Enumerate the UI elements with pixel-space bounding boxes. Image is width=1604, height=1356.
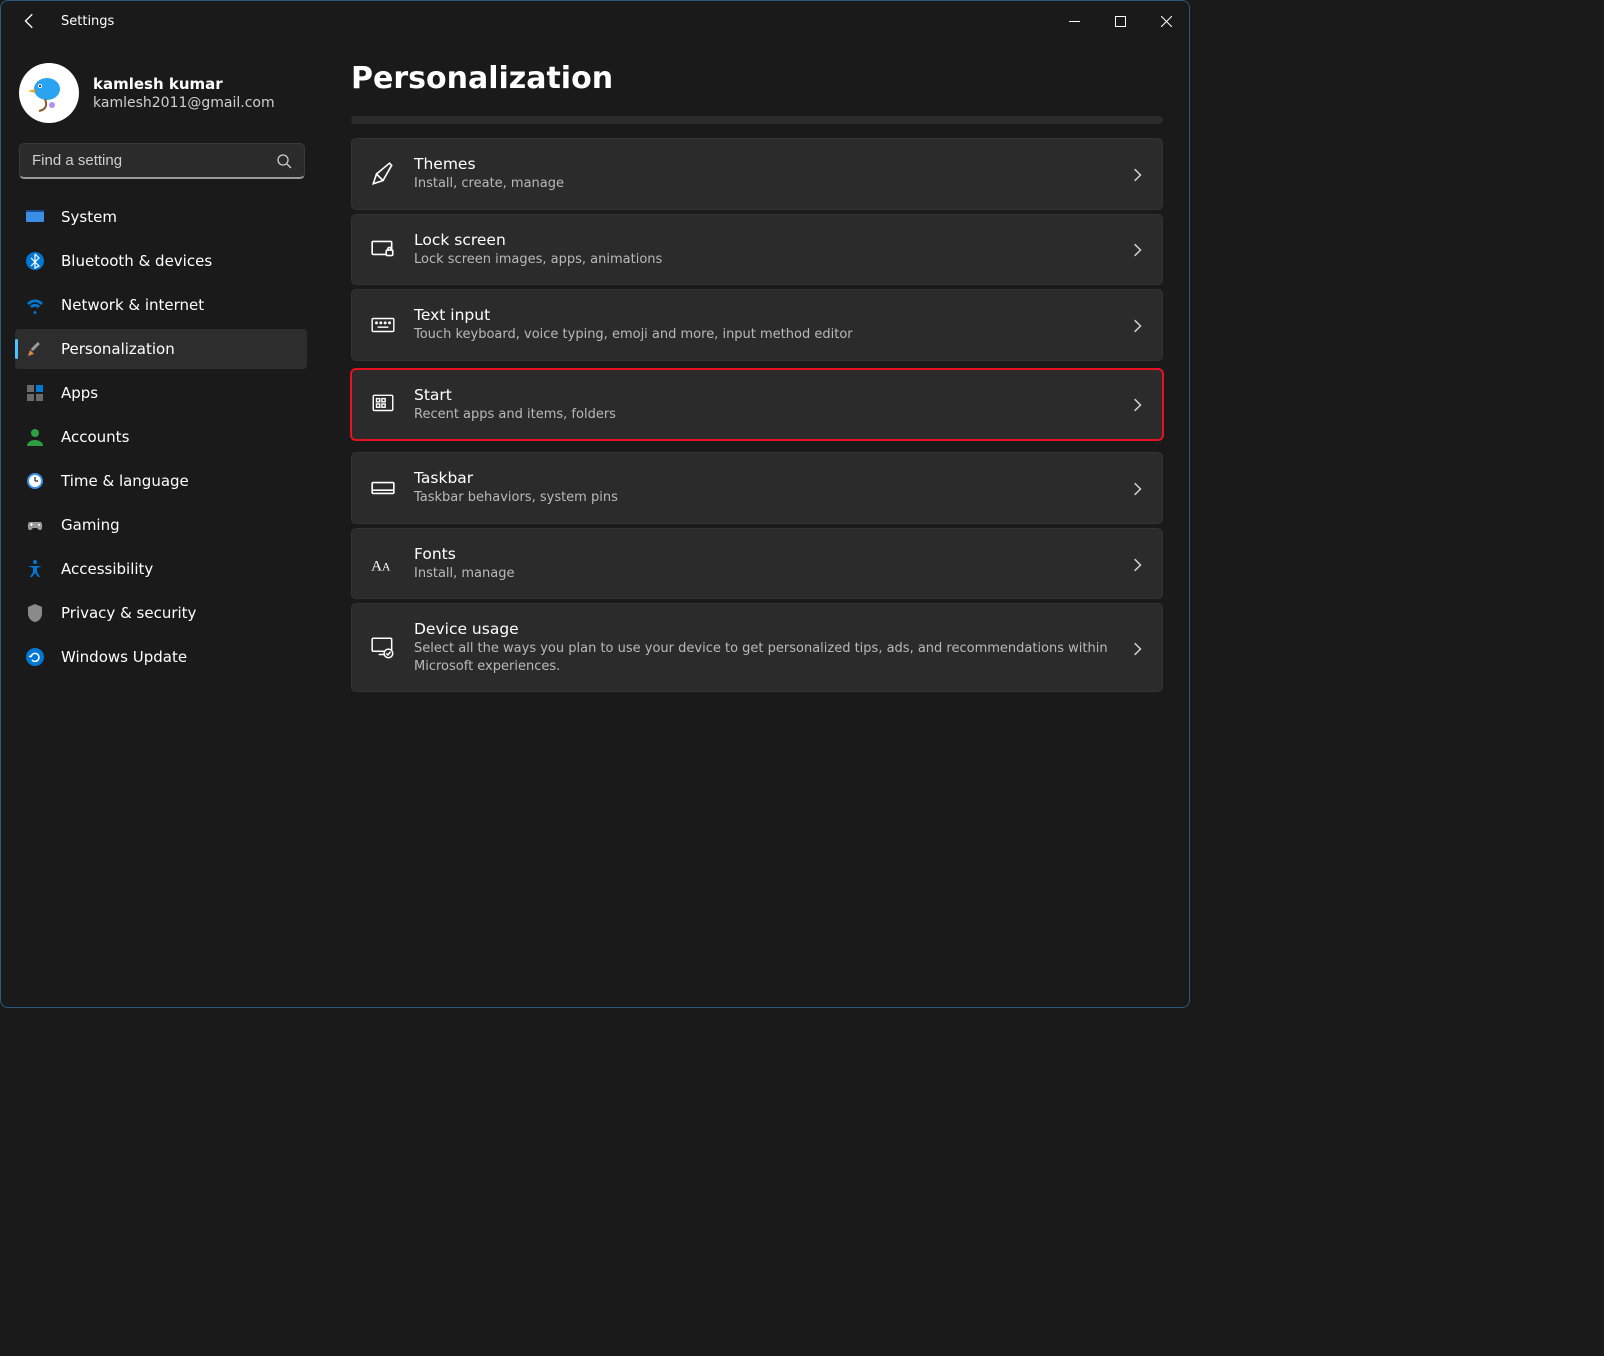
card-start[interactable]: Start Recent apps and items, folders: [351, 369, 1163, 441]
app-title: Settings: [61, 14, 114, 29]
card-themes[interactable]: Themes Install, create, manage: [351, 138, 1163, 210]
card-device-usage[interactable]: Device usage Select all the ways you pla…: [351, 603, 1163, 692]
card-text-input[interactable]: Text input Touch keyboard, voice typing,…: [351, 289, 1163, 361]
avatar: [19, 63, 79, 123]
paintbrush-icon: [25, 339, 45, 359]
svg-text:A: A: [382, 559, 391, 573]
nav-item-personalization[interactable]: Personalization: [15, 329, 307, 369]
nav-label: Time & language: [61, 472, 189, 490]
nav-label: Apps: [61, 384, 98, 402]
nav-item-accounts[interactable]: Accounts: [15, 417, 307, 457]
clock-icon: [25, 471, 45, 491]
page-title: Personalization: [351, 61, 1163, 96]
card-desc: Lock screen images, apps, animations: [414, 251, 1112, 269]
nav-item-gaming[interactable]: Gaming: [15, 505, 307, 545]
nav-item-accessibility[interactable]: Accessibility: [15, 549, 307, 589]
card-desc: Install, create, manage: [414, 175, 1112, 193]
nav-item-system[interactable]: System: [15, 197, 307, 237]
profile-email: kamlesh2011@gmail.com: [93, 95, 275, 111]
chevron-right-icon: [1130, 557, 1144, 571]
apps-icon: [25, 383, 45, 403]
person-icon: [25, 427, 45, 447]
monitor-icon: [25, 207, 45, 227]
card-fonts[interactable]: AA Fonts Install, manage: [351, 528, 1163, 600]
taskbar-icon: [370, 475, 396, 501]
nav-list: System Bluetooth & devices Network & int…: [5, 197, 317, 681]
device-usage-icon: [370, 635, 396, 661]
chevron-right-icon: [1130, 242, 1144, 256]
search-box[interactable]: [19, 143, 305, 179]
chevron-right-icon: [1130, 318, 1144, 332]
chevron-right-icon: [1130, 481, 1144, 495]
search-input[interactable]: [32, 152, 276, 169]
card-desc: Install, manage: [414, 565, 1112, 583]
card-title: Device usage: [414, 620, 1112, 638]
card-title: Taskbar: [414, 469, 1112, 487]
lock-screen-icon: [370, 236, 396, 262]
gamepad-icon: [25, 515, 45, 535]
content-area: Personalization Themes Install, create, …: [321, 41, 1189, 1007]
window-controls: [1051, 5, 1189, 37]
nav-label: Accounts: [61, 428, 129, 446]
nav-item-bluetooth[interactable]: Bluetooth & devices: [15, 241, 307, 281]
card-title: Text input: [414, 306, 1112, 324]
card-desc: Taskbar behaviors, system pins: [414, 489, 1112, 507]
card-title: Lock screen: [414, 231, 1112, 249]
titlebar: Settings: [1, 1, 1189, 41]
fonts-icon: AA: [370, 551, 396, 577]
nav-label: Windows Update: [61, 648, 187, 666]
card-title: Start: [414, 386, 1112, 404]
nav-label: Bluetooth & devices: [61, 252, 212, 270]
profile-block[interactable]: kamlesh kumar kamlesh2011@gmail.com: [5, 51, 317, 143]
nav-item-windows-update[interactable]: Windows Update: [15, 637, 307, 677]
chevron-right-icon: [1130, 641, 1144, 655]
search-icon: [276, 153, 292, 169]
nav-item-apps[interactable]: Apps: [15, 373, 307, 413]
svg-text:A: A: [371, 557, 382, 574]
card-taskbar[interactable]: Taskbar Taskbar behaviors, system pins: [351, 452, 1163, 524]
maximize-button[interactable]: [1097, 5, 1143, 37]
card-lock-screen[interactable]: Lock screen Lock screen images, apps, an…: [351, 214, 1163, 286]
card-title: Themes: [414, 155, 1112, 173]
card-desc: Select all the ways you plan to use your…: [414, 640, 1112, 675]
nav-item-time-language[interactable]: Time & language: [15, 461, 307, 501]
chevron-right-icon: [1130, 167, 1144, 181]
partial-card-top: [351, 116, 1163, 124]
pen-icon: [370, 161, 396, 187]
card-desc: Recent apps and items, folders: [414, 406, 1112, 424]
nav-label: System: [61, 208, 117, 226]
nav-label: Gaming: [61, 516, 120, 534]
shield-icon: [25, 603, 45, 623]
nav-label: Privacy & security: [61, 604, 196, 622]
back-button[interactable]: [21, 12, 39, 30]
profile-name: kamlesh kumar: [93, 75, 275, 93]
wifi-icon: [25, 295, 45, 315]
sidebar: kamlesh kumar kamlesh2011@gmail.com Syst…: [1, 41, 321, 1007]
nav-label: Network & internet: [61, 296, 204, 314]
keyboard-icon: [370, 312, 396, 338]
nav-label: Personalization: [61, 340, 175, 358]
chevron-right-icon: [1130, 397, 1144, 411]
card-title: Fonts: [414, 545, 1112, 563]
close-button[interactable]: [1143, 5, 1189, 37]
minimize-button[interactable]: [1051, 5, 1097, 37]
nav-item-network[interactable]: Network & internet: [15, 285, 307, 325]
accessibility-icon: [25, 559, 45, 579]
update-icon: [25, 647, 45, 667]
nav-label: Accessibility: [61, 560, 153, 578]
card-desc: Touch keyboard, voice typing, emoji and …: [414, 326, 1112, 344]
bluetooth-icon: [25, 251, 45, 271]
start-icon: [370, 391, 396, 417]
nav-item-privacy-security[interactable]: Privacy & security: [15, 593, 307, 633]
